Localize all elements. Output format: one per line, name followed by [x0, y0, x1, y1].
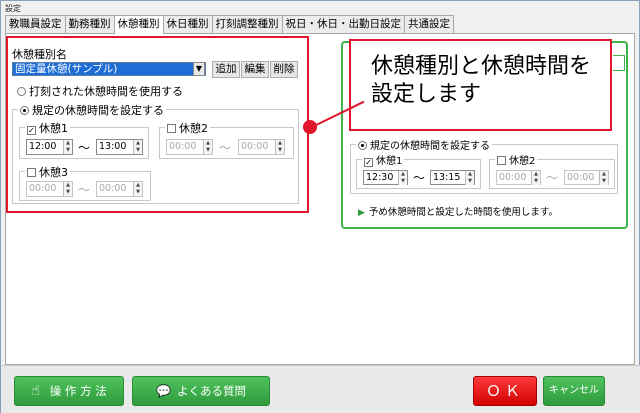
- checkbox-empty-icon: [167, 124, 176, 133]
- play-arrow-icon: ▶: [358, 208, 365, 218]
- settings-window: 設定 教職員設定 勤務種別 休憩種別 休日種別 打刻調整種別 祝日・休日・出勤日…: [0, 0, 640, 413]
- hand-pointer-icon: ☝: [31, 383, 40, 399]
- example-break2-start-value: 00:00: [499, 172, 527, 183]
- example-break1-end: 13:15 ▲ ▼: [430, 170, 475, 185]
- break3-label: 休憩3: [39, 166, 68, 179]
- faq-button[interactable]: 💬 よくある質問: [132, 376, 270, 406]
- add-button[interactable]: 追加: [212, 61, 240, 78]
- radio-on-icon: [20, 106, 29, 115]
- tilde-separator: 〜: [78, 141, 91, 155]
- radio-use-stamped-label: 打刻された休憩時間を使用する: [29, 85, 183, 98]
- spin-updown-icon: ▲ ▼: [465, 171, 474, 185]
- chat-bubble-icon: 💬: [156, 384, 171, 398]
- tilde-separator: 〜: [546, 171, 559, 185]
- chevron-down-icon[interactable]: ▼: [193, 62, 205, 76]
- tilde-separator: 〜: [78, 183, 91, 197]
- example-break2-start: 00:00 ▲ ▼: [496, 170, 541, 185]
- break1-start-input[interactable]: 12:00 ▲ ▼: [26, 139, 73, 155]
- example-break1-label: 休憩1: [376, 156, 403, 167]
- tilde-separator: 〜: [219, 141, 232, 155]
- checkbox-empty-icon: [497, 156, 506, 165]
- tilde-separator: 〜: [413, 171, 426, 185]
- example-break1-end-value: 13:15: [433, 172, 461, 183]
- break3-checkbox[interactable]: 休憩3: [25, 164, 70, 180]
- callout-line2: 設定します: [371, 82, 482, 107]
- spin-updown-icon[interactable]: ▲ ▼: [275, 140, 284, 154]
- type-name-label: 休憩種別名: [12, 48, 67, 61]
- break1-checkbox[interactable]: ✓ 休憩1: [25, 120, 70, 136]
- window-title: 設定: [5, 4, 21, 13]
- break3-end-value: 00:00: [99, 183, 127, 194]
- spin-updown-icon[interactable]: ▲ ▼: [63, 182, 72, 196]
- example-radio-use-preset: 規定の休憩時間を設定する: [356, 137, 492, 152]
- ok-button[interactable]: ＯＫ: [473, 376, 537, 406]
- example-note-text: 予め休憩時間と設定した時間を使用します。: [368, 207, 558, 218]
- howto-button[interactable]: ☝ 操 作 方 法: [14, 376, 124, 406]
- break3-start-input[interactable]: 00:00 ▲ ▼: [26, 181, 73, 197]
- example-break2-checkbox: 休憩2: [495, 152, 538, 167]
- break-type-select-value: 固定量休憩(サンプル): [15, 63, 118, 75]
- tab-holiday-type[interactable]: 休日種別: [162, 15, 213, 33]
- break2-label: 休憩2: [179, 122, 208, 135]
- break2-end-input[interactable]: 00:00 ▲ ▼: [238, 139, 285, 155]
- faq-label: よくある質問: [176, 384, 246, 398]
- example-break2-end: 00:00 ▲ ▼: [564, 170, 609, 185]
- spin-updown-icon[interactable]: ▲ ▼: [133, 182, 142, 196]
- tab-holiday-settings[interactable]: 祝日・休日・出勤日設定: [281, 15, 405, 33]
- break1-end-input[interactable]: 13:00 ▲ ▼: [96, 139, 143, 155]
- example-break1-start: 12:30 ▲ ▼: [363, 170, 408, 185]
- callout-box: 休憩種別と休憩時間を 設定します: [349, 39, 612, 131]
- example-break1-start-value: 12:30: [366, 172, 394, 183]
- tab-break-type[interactable]: 休憩種別: [113, 15, 164, 34]
- radio-on-icon: [358, 141, 367, 150]
- example-note: ▶ 予め休憩時間と設定した時間を使用します。: [358, 204, 558, 218]
- example-radio-label: 規定の休憩時間を設定する: [370, 141, 490, 152]
- break1-end-value: 13:00: [99, 141, 127, 152]
- delete-button[interactable]: 削除: [270, 61, 298, 78]
- break-type-select[interactable]: 固定量休憩(サンプル) ▼: [12, 62, 206, 76]
- panel-edge-decoration: [613, 55, 625, 71]
- tab-bar: 教職員設定 勤務種別 休憩種別 休日種別 打刻調整種別 祝日・休日・出勤日設定 …: [5, 15, 454, 34]
- break1-start-value: 12:00: [29, 141, 57, 152]
- spin-updown-icon[interactable]: ▲ ▼: [63, 140, 72, 154]
- radio-use-stamped[interactable]: 打刻された休憩時間を使用する: [17, 83, 183, 99]
- break2-end-value: 00:00: [241, 141, 269, 152]
- radio-use-preset[interactable]: 規定の休憩時間を設定する: [18, 102, 166, 118]
- break3-end-input[interactable]: 00:00 ▲ ▼: [96, 181, 143, 197]
- break2-start-value: 00:00: [169, 141, 197, 152]
- break2-checkbox[interactable]: 休憩2: [165, 120, 210, 136]
- break1-label: 休憩1: [39, 122, 68, 135]
- example-break2-end-value: 00:00: [567, 172, 595, 183]
- break2-start-input[interactable]: 00:00 ▲ ▼: [166, 139, 213, 155]
- callout-line1: 休憩種別と休憩時間を: [371, 54, 592, 79]
- footer-bar: ☝ 操 作 方 法 💬 よくある質問 ＯＫ キャンセル: [1, 365, 640, 413]
- cancel-button[interactable]: キャンセル: [543, 376, 605, 406]
- tab-stamp-adjust[interactable]: 打刻調整種別: [211, 15, 283, 33]
- example-break1-checkbox: ✓ 休憩1: [362, 152, 405, 167]
- edit-button[interactable]: 編集: [241, 61, 269, 78]
- break3-start-value: 00:00: [29, 183, 57, 194]
- radio-use-preset-label: 規定の休憩時間を設定する: [32, 104, 164, 117]
- howto-label: 操 作 方 法: [49, 384, 107, 398]
- spin-updown-icon[interactable]: ▲ ▼: [133, 140, 142, 154]
- tab-common[interactable]: 共通設定: [404, 15, 454, 33]
- spin-updown-icon: ▲ ▼: [599, 171, 608, 185]
- checkbox-checked-icon: ✓: [27, 126, 36, 135]
- radio-off-icon: [17, 87, 26, 96]
- checkbox-checked-icon: ✓: [364, 158, 373, 167]
- callout-dot: [303, 120, 317, 134]
- checkbox-empty-icon: [27, 168, 36, 177]
- example-break2-label: 休憩2: [509, 156, 536, 167]
- spin-updown-icon[interactable]: ▲ ▼: [203, 140, 212, 154]
- spin-updown-icon: ▲ ▼: [531, 171, 540, 185]
- tab-work-type[interactable]: 勤務種別: [64, 15, 115, 33]
- spin-updown-icon: ▲ ▼: [398, 171, 407, 185]
- tab-staff[interactable]: 教職員設定: [5, 15, 66, 33]
